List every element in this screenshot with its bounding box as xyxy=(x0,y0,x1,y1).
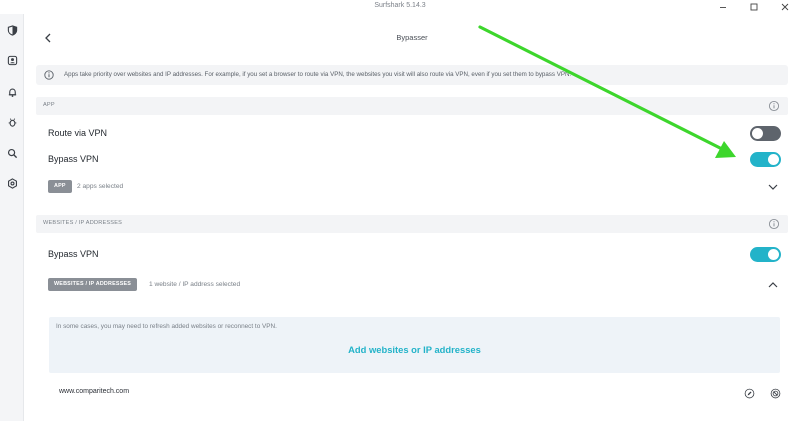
chevron-down-icon xyxy=(768,184,778,190)
close-icon xyxy=(781,3,789,11)
app-section-header: APP xyxy=(36,97,788,115)
close-window-button[interactable] xyxy=(774,0,796,14)
edit-website-button[interactable] xyxy=(743,387,755,399)
sidebar-item-alert[interactable] xyxy=(4,52,20,68)
edit-icon xyxy=(744,388,754,398)
route-via-vpn-toggle[interactable] xyxy=(750,126,781,141)
info-banner-text: Apps take priority over websites and IP … xyxy=(64,71,572,78)
toggle-knob xyxy=(768,249,779,260)
shield-icon xyxy=(7,24,17,36)
toggle-knob xyxy=(768,154,779,165)
search-icon xyxy=(7,148,17,158)
website-list-item: www.comparitech.com xyxy=(59,388,130,395)
websites-tag: WEBSITES / IP ADDRESSES xyxy=(48,278,138,291)
expand-apps-button[interactable] xyxy=(766,180,780,194)
sidebar-item-settings[interactable] xyxy=(4,175,20,191)
sidebar-item-search[interactable] xyxy=(4,145,20,161)
apps-selected-text: 2 apps selected xyxy=(77,183,124,190)
minimize-button[interactable] xyxy=(712,0,734,14)
websites-section-label: WEBSITES / IP ADDRESSES xyxy=(43,220,123,226)
websites-section-header: WEBSITES / IP ADDRESSES xyxy=(36,215,788,233)
info-help-icon[interactable] xyxy=(768,218,780,230)
bell-icon xyxy=(8,87,16,97)
chevron-up-icon xyxy=(768,282,778,288)
websites-bypass-vpn-toggle[interactable] xyxy=(750,247,781,262)
collapse-websites-button[interactable] xyxy=(766,278,780,292)
main-panel: Bypasser Apps take priority over website… xyxy=(24,14,800,421)
route-via-vpn-label: Route via VPN xyxy=(48,128,108,138)
remove-website-button[interactable] xyxy=(769,387,781,399)
title-bar: Surfshark 5.14.3 xyxy=(0,0,800,14)
sidebar xyxy=(0,14,24,421)
add-websites-button[interactable]: Add websites or IP addresses xyxy=(49,344,780,355)
app-section-label: APP xyxy=(43,102,55,108)
info-help-icon[interactable] xyxy=(768,100,780,112)
app-bypass-vpn-toggle[interactable] xyxy=(750,152,781,167)
info-icon xyxy=(44,70,54,80)
alert-icon xyxy=(7,55,17,65)
sidebar-item-bug[interactable] xyxy=(4,114,20,130)
page-header: Bypasser xyxy=(24,14,800,62)
websites-bypass-vpn-label: Bypass VPN xyxy=(48,249,99,259)
minimize-icon xyxy=(720,7,726,8)
maximize-icon xyxy=(750,3,758,11)
page-title: Bypasser xyxy=(396,33,428,42)
app-window: Surfshark 5.14.3 Bypasser Apps take prio… xyxy=(0,0,800,421)
app-bypass-vpn-label: Bypass VPN xyxy=(48,154,99,164)
websites-selected-text: 1 website / IP address selected xyxy=(149,281,241,288)
window-title: Surfshark 5.14.3 xyxy=(374,2,426,9)
gear-icon xyxy=(7,177,17,189)
info-banner: Apps take priority over websites and IP … xyxy=(36,65,788,85)
refresh-note: In some cases, you may need to refresh a… xyxy=(56,323,277,330)
add-websites-panel: In some cases, you may need to refresh a… xyxy=(49,317,780,373)
maximize-button[interactable] xyxy=(743,0,765,14)
sidebar-item-antivirus[interactable] xyxy=(4,84,20,100)
sidebar-item-vpn[interactable] xyxy=(4,22,20,38)
bug-icon xyxy=(8,117,16,127)
toggle-knob xyxy=(752,128,763,139)
app-tag: APP xyxy=(48,180,72,193)
remove-icon xyxy=(770,388,780,398)
